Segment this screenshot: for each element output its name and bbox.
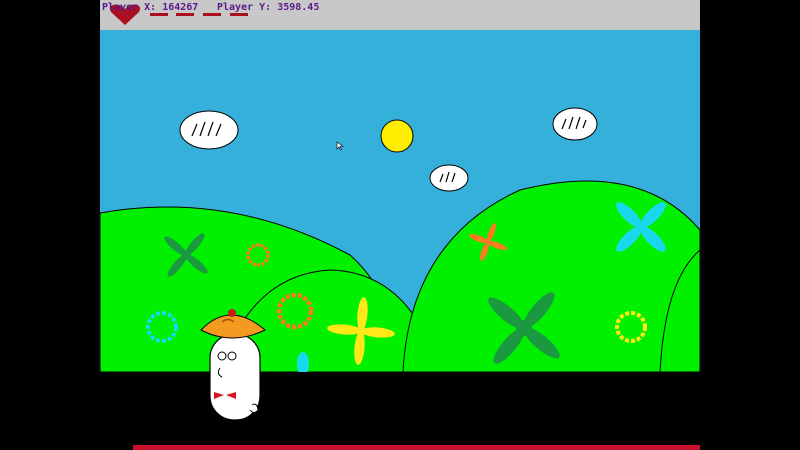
sun-icon <box>380 119 414 153</box>
energy-segment <box>203 13 221 16</box>
ground <box>100 372 700 445</box>
energy-segment <box>230 13 248 16</box>
hud-bar: Player X: 164267 Player Y: 3598.45 <box>100 0 700 30</box>
player-x-readout: Player X: 164267 <box>102 2 199 13</box>
game-canvas[interactable] <box>0 0 800 450</box>
energy-segment <box>150 13 168 16</box>
player-y-readout: Player Y: 3598.45 <box>217 2 320 13</box>
energy-segment <box>176 13 194 16</box>
health-bar <box>133 445 700 450</box>
cloud-icon <box>179 110 239 150</box>
cloud-icon <box>429 164 469 192</box>
cloud-icon <box>552 107 598 141</box>
